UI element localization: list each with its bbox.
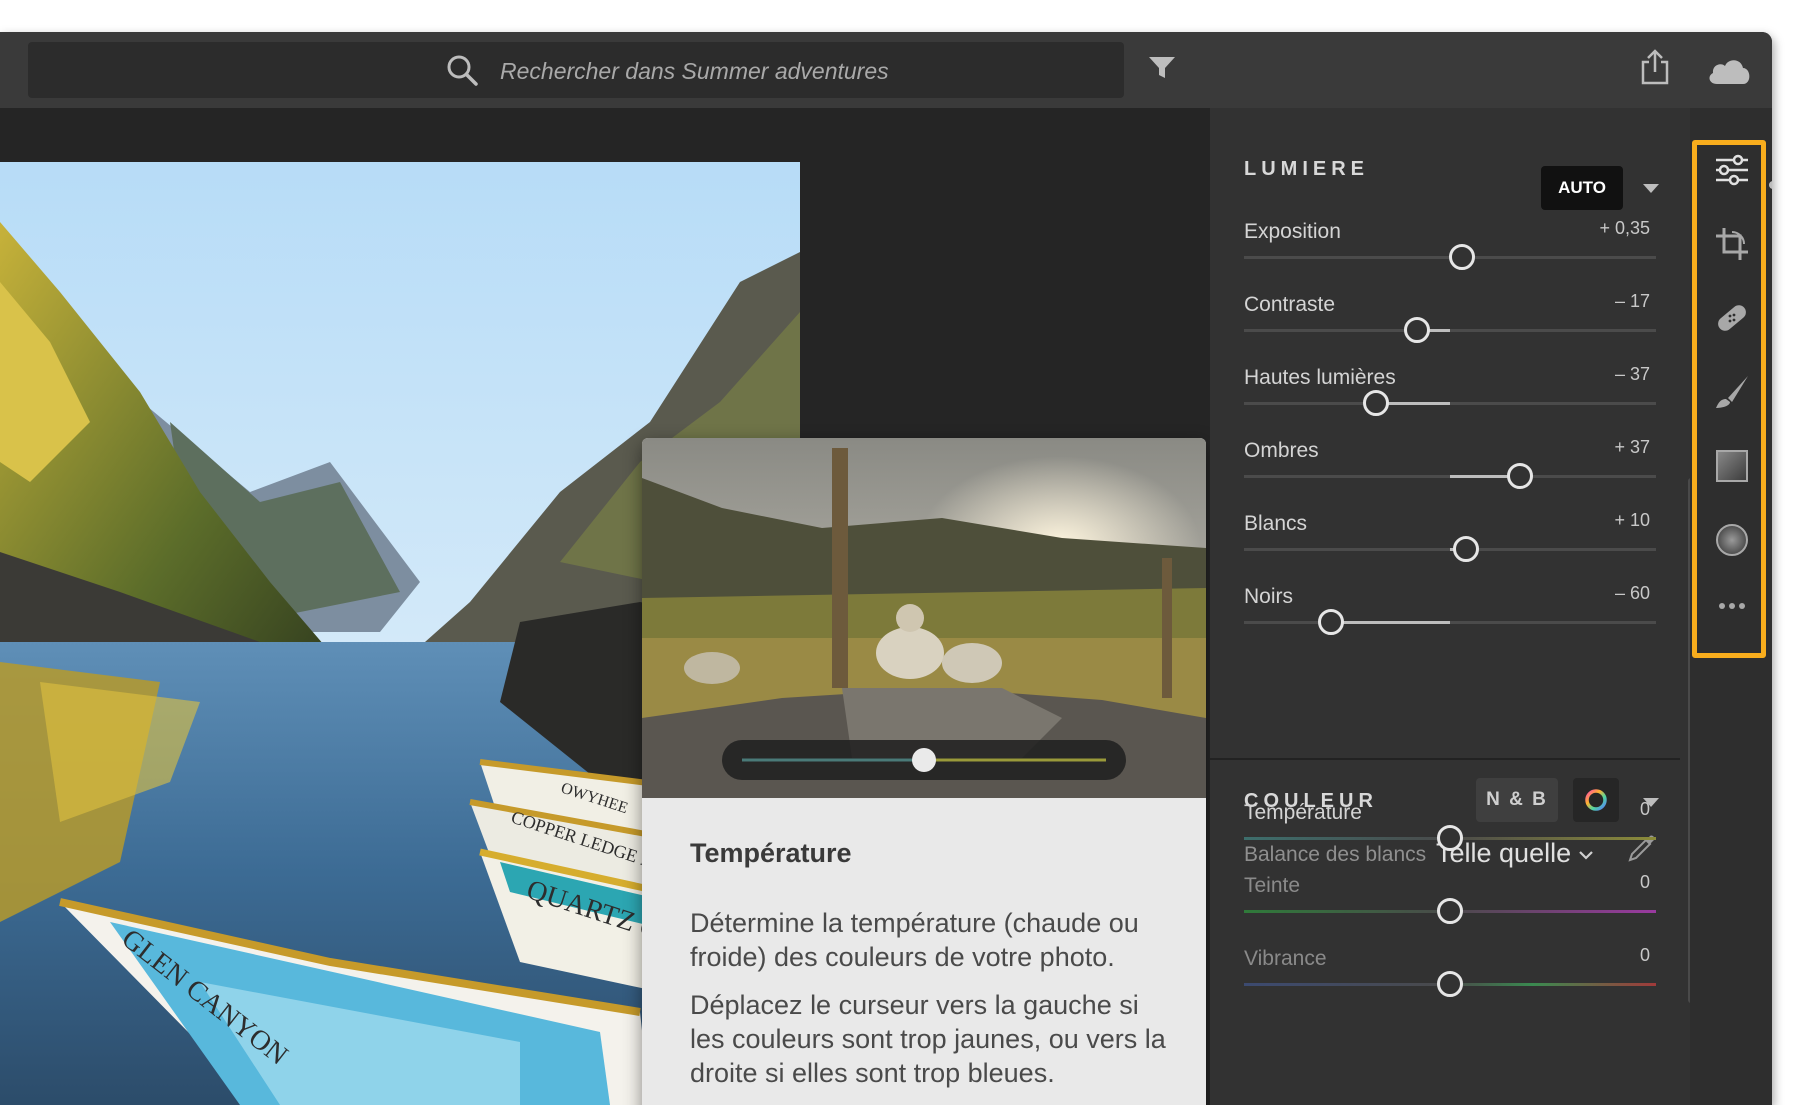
light-slider-label: Exposition <box>1244 220 1341 243</box>
temperature-tooltip: Température Détermine la température (ch… <box>642 438 1206 1105</box>
tooltip-sheep-photo <box>642 438 1206 798</box>
tooltip-demo-slider-thumb <box>912 748 936 772</box>
light-slider-thumb[interactable] <box>1404 317 1431 343</box>
light-slider-track[interactable] <box>1244 536 1656 562</box>
edit-panel: LUMIERE AUTO Exposition + 0,35 Contraste – … <box>1210 108 1694 1105</box>
white-balance-chevron-icon[interactable] <box>1578 849 1594 861</box>
search-icon[interactable] <box>446 54 478 86</box>
light-slider-thumb[interactable] <box>1449 244 1476 270</box>
color-slider-track[interactable] <box>1244 898 1656 924</box>
black-white-button[interactable]: N & B <box>1476 778 1558 822</box>
photo-canvas[interactable]: GLEN CANYON OWYHEE COPPER LEDGE FA QUART… <box>0 108 1210 1105</box>
app-window: GLEN CANYON OWYHEE COPPER LEDGE FA QUART… <box>0 32 1772 1105</box>
light-chevron-down-icon[interactable] <box>1642 182 1660 194</box>
color-slider-value: 0 <box>1639 872 1650 892</box>
cloud-icon[interactable] <box>1705 54 1753 86</box>
light-slider-track[interactable] <box>1244 463 1656 489</box>
color-slider-track[interactable] <box>1244 971 1656 997</box>
light-slider-track[interactable] <box>1244 244 1656 270</box>
color-slider-label: Teinte <box>1244 874 1301 897</box>
light-slider-value: + 10 <box>1614 510 1650 530</box>
light-slider-label: Blancs <box>1244 512 1308 535</box>
light-slider-label: Noirs <box>1244 585 1294 608</box>
light-slider-fill <box>1330 621 1450 624</box>
light-slider-track[interactable] <box>1244 390 1656 416</box>
light-slider-track[interactable] <box>1244 609 1656 635</box>
color-slider-thumb[interactable] <box>1437 825 1463 851</box>
tooltip-instructions: Déplacez le curseur vers la gauche si le… <box>690 990 1166 1088</box>
light-slider-label: Ombres <box>1244 439 1319 462</box>
light-slider-value: + 37 <box>1614 437 1650 457</box>
light-slider-thumb[interactable] <box>1507 463 1534 489</box>
light-slider-value: – 37 <box>1614 364 1650 384</box>
light-slider-label: Contraste <box>1244 293 1336 316</box>
active-tool-indicator <box>1769 181 1772 189</box>
section-divider <box>1210 758 1680 760</box>
color-slider-value: 0 <box>1639 945 1650 965</box>
share-icon[interactable] <box>1638 48 1672 86</box>
color-slider-value: 0 <box>1639 799 1650 819</box>
search-input[interactable] <box>498 50 1102 92</box>
light-slider-value: – 17 <box>1614 291 1650 311</box>
filter-icon[interactable] <box>1148 54 1176 82</box>
color-slider-label: Température <box>1244 801 1362 824</box>
eyedropper-icon[interactable] <box>1624 830 1660 866</box>
color-slider-track[interactable] <box>1244 825 1656 851</box>
color-wheel-icon <box>1585 789 1607 811</box>
tooltip-title: Température <box>690 838 852 868</box>
light-slider-thumb[interactable] <box>1362 390 1389 416</box>
light-slider-thumb[interactable] <box>1453 536 1480 562</box>
color-slider-thumb[interactable] <box>1437 898 1463 924</box>
light-slider-value: + 0,35 <box>1599 218 1650 238</box>
light-section-title: LUMIERE <box>1244 158 1369 180</box>
light-slider-label: Hautes lumières <box>1244 366 1396 389</box>
light-slider-value: – 60 <box>1614 583 1650 603</box>
color-slider-thumb[interactable] <box>1437 971 1463 997</box>
light-slider-thumb[interactable] <box>1317 609 1344 635</box>
tool-strip-highlight <box>1692 140 1766 658</box>
white-balance-label: Balance des blancs <box>1244 843 1427 866</box>
search-box[interactable] <box>28 42 1124 98</box>
tooltip-description: Détermine la température (chaude ou froi… <box>690 908 1139 972</box>
color-slider-label: Vibrance <box>1244 947 1327 970</box>
top-bar <box>0 32 1772 108</box>
light-slider-track[interactable] <box>1244 317 1656 343</box>
color-mixer-button[interactable] <box>1573 778 1619 822</box>
auto-button[interactable]: AUTO <box>1541 166 1623 210</box>
